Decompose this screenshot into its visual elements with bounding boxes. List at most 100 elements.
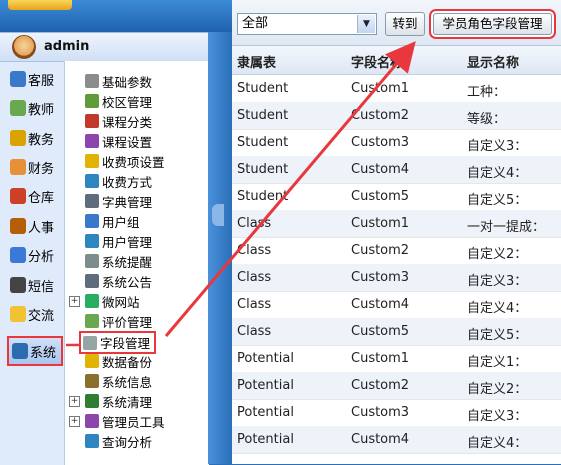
module-6[interactable]: 分析: [10, 242, 66, 268]
table-cell: 自定义3：: [467, 139, 528, 154]
table-cell: 自定义1：: [467, 355, 528, 370]
tree-item-label: 评价管理: [102, 314, 153, 330]
table-row[interactable]: Class Custom3 自定义3：: [232, 264, 561, 292]
table-cell: Custom1: [351, 81, 410, 96]
tree-item[interactable]: 字典管理: [85, 191, 152, 211]
tree-item-label: 字典管理: [102, 194, 153, 210]
table-cell: Custom2: [351, 243, 410, 258]
student-role-field-manage-button[interactable]: 学员角色字段管理: [433, 13, 552, 35]
tree-item[interactable]: 课程分类: [85, 111, 152, 131]
table-cell: 一对一提成：: [467, 220, 546, 235]
table-row[interactable]: Potential Custom4 自定义4：: [232, 426, 561, 454]
table-cell: Class: [237, 243, 272, 258]
function-tree: 基础参数 校区管理课程分类课程设置收费项设置 收费方式字典管理 用户组 用户管理 系统提醒…: [64, 61, 209, 465]
table-row[interactable]: Class Custom5 自定义5：: [232, 318, 561, 346]
table-row[interactable]: Student Custom2 等级：: [232, 102, 561, 130]
table-cell: Potential: [237, 432, 294, 447]
column-header-display[interactable]: 显示名称: [467, 52, 519, 71]
table-row[interactable]: Class Custom2 自定义2：: [232, 237, 561, 265]
tree-item-label: 数据备份: [102, 354, 153, 370]
module-9[interactable]: 系统: [7, 336, 63, 366]
table-cell: Custom4: [351, 297, 410, 312]
table-row[interactable]: Potential Custom3 自定义3：: [232, 399, 561, 427]
info-icon: [85, 374, 99, 388]
dictionary-icon: [85, 194, 99, 208]
module-1[interactable]: 教师: [10, 95, 66, 121]
goto-button[interactable]: 转到: [385, 12, 425, 36]
table-row[interactable]: Student Custom4 自定义4：: [232, 156, 561, 184]
cleanup-icon: [85, 394, 99, 408]
tree-item[interactable]: 用户管理: [85, 231, 152, 251]
tree-item[interactable]: 课程设置: [85, 131, 152, 151]
left-panel: admin 客服 教师 教务 财务 仓库 人事 分析 短信 交流 系统 基础参数 校区管理 课程分类课…: [0, 32, 209, 465]
module-3[interactable]: 财务: [10, 154, 66, 180]
tree-item[interactable]: 查询分析: [85, 431, 152, 451]
table-filter-select[interactable]: 全部 ▼: [237, 13, 377, 35]
tree-item[interactable]: + 微网站: [69, 291, 140, 311]
expand-icon[interactable]: +: [69, 396, 80, 407]
table-row[interactable]: Student Custom1 工种：: [232, 75, 561, 103]
module-icon: [10, 218, 26, 234]
table-cell: Potential: [237, 405, 294, 420]
module-5[interactable]: 人事: [10, 213, 66, 239]
tree-item-label: 课程设置: [102, 134, 153, 150]
book-icon: [85, 134, 99, 148]
module-label: 教师: [28, 102, 55, 118]
table-cell: Custom2: [351, 378, 410, 393]
tree-item[interactable]: 收费方式: [85, 171, 152, 191]
module-icon: [10, 188, 26, 204]
table-row[interactable]: Class Custom1 一对一提成：: [232, 210, 561, 238]
table-row[interactable]: Potential Custom1 自定义1：: [232, 345, 561, 373]
table-row[interactable]: Class Custom4 自定义4：: [232, 291, 561, 319]
expand-icon[interactable]: +: [69, 296, 80, 307]
tree-item[interactable]: 数据备份: [85, 351, 152, 371]
table-cell: Class: [237, 297, 272, 312]
tree-item[interactable]: 系统提醒: [85, 251, 152, 271]
avatar[interactable]: [12, 35, 36, 59]
module-label: 分析: [28, 249, 55, 265]
tree-item[interactable]: 系统信息: [85, 371, 152, 391]
module-label: 仓库: [28, 190, 55, 206]
module-2[interactable]: 教务: [10, 125, 66, 151]
top-tab[interactable]: [8, 0, 72, 10]
globe-icon: [85, 294, 99, 308]
collapse-handle-icon[interactable]: [212, 204, 224, 226]
tree-item-label: 课程分类: [102, 114, 153, 130]
table-cell: Student: [237, 135, 289, 150]
tree-item-label: 系统清理: [102, 394, 153, 410]
tree-item[interactable]: + 管理员工具: [69, 411, 165, 431]
table-cell: Custom5: [351, 324, 410, 339]
toolbar: 全部 ▼ 转到 学员角色字段管理: [232, 0, 561, 46]
module-8[interactable]: 交流: [10, 301, 66, 327]
module-0[interactable]: 客服: [10, 66, 66, 92]
module-7[interactable]: 短信: [10, 272, 66, 298]
table-cell: 等级：: [467, 112, 507, 127]
table-row[interactable]: Student Custom3 自定义3：: [232, 129, 561, 157]
tree-item-label: 收费项设置: [102, 154, 165, 170]
module-4[interactable]: 仓库: [10, 183, 66, 209]
tree-item[interactable]: 收费项设置: [85, 151, 165, 171]
tree-item[interactable]: 用户组: [85, 211, 140, 231]
tree-item[interactable]: 评价管理: [85, 311, 152, 331]
table-row[interactable]: Student Custom5 自定义5：: [232, 183, 561, 211]
table-cell: Custom5: [351, 189, 410, 204]
panel-splitter[interactable]: [208, 32, 232, 464]
module-icon: [10, 277, 26, 293]
tree-item[interactable]: + 系统清理: [69, 391, 153, 411]
table-cell: 自定义5：: [467, 328, 528, 343]
tree-item[interactable]: 基础参数: [85, 71, 152, 91]
tree-item-label: 系统公告: [102, 274, 153, 290]
tree-item-label: 基础参数: [102, 74, 153, 90]
card-icon: [85, 174, 99, 188]
column-header-table[interactable]: 隶属表: [237, 52, 276, 71]
table-cell: Custom4: [351, 432, 410, 447]
chevron-down-icon[interactable]: ▼: [357, 15, 375, 33]
tree-item[interactable]: 校区管理: [85, 91, 152, 111]
column-header-field[interactable]: 字段名称: [351, 52, 403, 71]
expand-icon[interactable]: +: [69, 416, 80, 427]
database-icon: [85, 354, 99, 368]
table-row[interactable]: Potential Custom2 自定义2：: [232, 372, 561, 400]
book-stack-icon: [85, 114, 99, 128]
module-icon: [10, 306, 26, 322]
tree-item[interactable]: 系统公告: [85, 271, 152, 291]
